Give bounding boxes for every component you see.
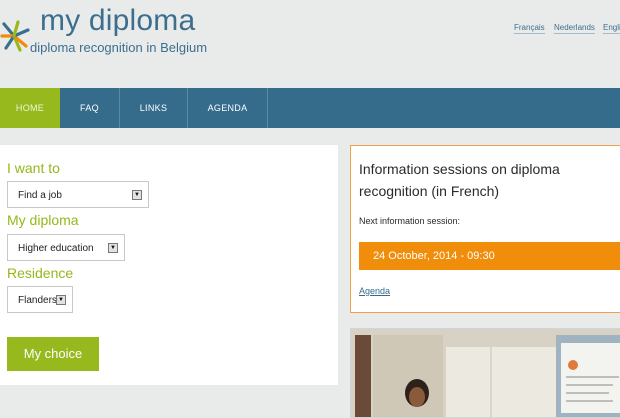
nav-item-links[interactable]: LINKS (120, 88, 188, 128)
session-photo-image (351, 329, 620, 417)
want-label: I want to (7, 160, 60, 176)
my-choice-button[interactable]: My choice (7, 337, 99, 371)
info-box-title: Information sessions on diploma recognit… (359, 161, 560, 199)
want-select[interactable]: Find a job ▼ (7, 181, 149, 208)
dropdown-arrow-icon[interactable]: ▼ (56, 295, 66, 305)
session-date-banner[interactable]: 24 October, 2014 - 09:30 (359, 242, 620, 270)
language-link-english[interactable]: Engli (603, 22, 620, 34)
site-header: my diploma diploma recognition in Belgiu… (0, 0, 620, 88)
nav-item-agenda[interactable]: AGENDA (188, 88, 268, 128)
language-link-french[interactable]: Français (514, 22, 545, 34)
dropdown-arrow-icon[interactable]: ▼ (132, 190, 142, 200)
language-link-dutch[interactable]: Nederlands (554, 22, 595, 34)
logo-subtitle: diploma recognition in Belgium (30, 40, 208, 55)
dropdown-arrow-icon[interactable]: ▼ (108, 243, 118, 253)
diploma-select[interactable]: Higher education ▼ (7, 234, 125, 261)
diploma-select-value: Higher education (18, 243, 94, 254)
want-select-value: Find a job (18, 190, 62, 201)
main-nav: HOME FAQ LINKS AGENDA (0, 88, 620, 128)
residence-select-value: Flanders (18, 295, 57, 306)
information-sessions-box: Information sessions on diploma recognit… (350, 145, 620, 313)
residence-label: Residence (7, 265, 74, 281)
next-session-label: Next information session: (359, 216, 461, 226)
nav-item-faq[interactable]: FAQ (60, 88, 120, 128)
session-photo (350, 328, 620, 418)
agenda-link[interactable]: Agenda (359, 286, 390, 296)
nav-item-home[interactable]: HOME (0, 88, 60, 128)
diploma-label: My diploma (7, 212, 79, 228)
logo-title[interactable]: my diploma (40, 3, 195, 39)
residence-select[interactable]: Flanders ▼ (7, 286, 73, 313)
